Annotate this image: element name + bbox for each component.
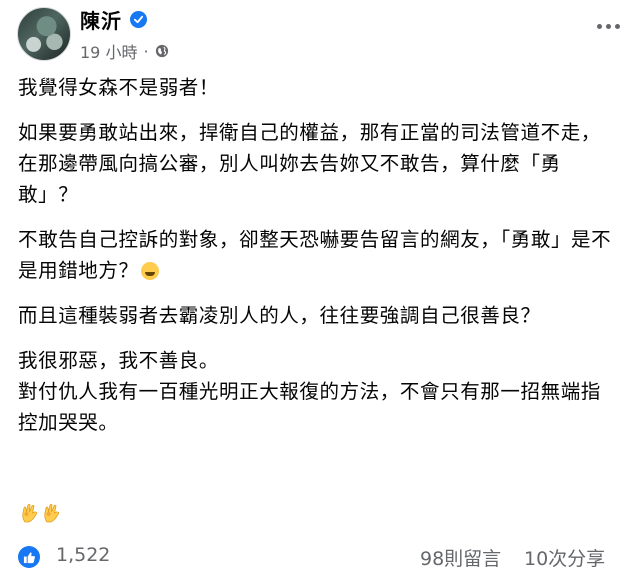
globe-icon[interactable]	[155, 44, 169, 58]
post-paragraph: 而且這種裝弱者去霸凌別人的人，往往要強調自己很善良？	[18, 304, 541, 327]
meta-separator: ·	[143, 41, 149, 61]
post-header: 陳沂 19 小時 ·	[0, 0, 642, 70]
like-icon[interactable]	[18, 546, 40, 568]
more-options-icon[interactable]	[592, 12, 624, 40]
author-row: 陳沂	[80, 5, 147, 34]
post-footer: 1,522 98則留言 10次分享	[0, 540, 642, 580]
emoji-row	[20, 502, 62, 524]
more-dot	[605, 23, 611, 29]
author-name[interactable]: 陳沂	[80, 5, 122, 34]
ok-hand-icon	[44, 503, 59, 523]
laughing-emoji-icon	[140, 262, 159, 280]
more-dot	[614, 23, 620, 29]
post-meta: 19 小時 ·	[80, 40, 169, 62]
avatar[interactable]	[17, 7, 71, 61]
post-paragraph: 不敢告自己控訴的對象，卻整天恐嚇要告留言的網友，「勇敢」是不是用錯地方？	[18, 224, 618, 286]
post-paragraph: 如果要勇敢站出來，捍衛自己的權益，那有正當的司法管道不走，在那邊帶風向搞公審，別…	[18, 121, 601, 206]
post-paragraph: 我覺得女森不是弱者！	[18, 76, 220, 99]
more-dot	[596, 23, 602, 29]
post-time[interactable]: 19 小時	[80, 39, 137, 63]
share-count[interactable]: 10次分享	[524, 544, 605, 571]
post-paragraph-text: 不敢告自己控訴的對象，卻整天恐嚇要告留言的網友，「勇敢」是不是用錯地方？	[18, 228, 612, 282]
verified-badge-icon	[130, 10, 147, 28]
ok-hand-icon	[22, 503, 37, 523]
post-body: 我覺得女森不是弱者！ 如果要勇敢站出來，捍衛自己的權益，那有正當的司法管道不走，…	[18, 72, 618, 452]
like-count[interactable]: 1,522	[56, 544, 110, 566]
post-paragraph: 我很邪惡，我不善良。 對付仇人我有一百種光明正大報復的方法，不會只有那一招無端指…	[18, 349, 601, 434]
comment-count[interactable]: 98則留言	[420, 544, 501, 571]
